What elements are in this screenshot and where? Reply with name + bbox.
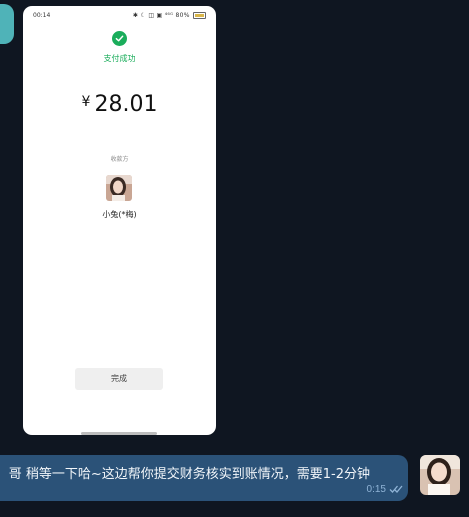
status-icons-text: ✱ ☾ ◫ ▣ ⁴⁶ᴳ 80%	[132, 12, 190, 19]
home-indicator	[81, 432, 157, 435]
message-bubble[interactable]: 哥 稍等一下哈~这边帮你提交财务核实到账情况，需要1-2分钟 0:15	[0, 455, 408, 501]
sender-avatar[interactable]	[420, 455, 460, 495]
check-circle-icon	[112, 31, 127, 46]
currency-symbol: ¥	[81, 94, 91, 110]
battery-icon	[193, 12, 206, 19]
payment-success-label: 支付成功	[103, 54, 136, 63]
amount-value: 28.01	[94, 92, 158, 117]
payee-label: 收款方	[110, 156, 129, 163]
done-button[interactable]: 完成	[75, 368, 163, 390]
payee-avatar	[106, 175, 132, 201]
message-time: 0:15	[366, 484, 386, 495]
payment-amount: ¥28.01	[23, 92, 216, 117]
status-icons: ✱ ☾ ◫ ▣ ⁴⁶ᴳ 80%	[133, 12, 206, 19]
payment-screenshot[interactable]: 00:14 ✱ ☾ ◫ ▣ ⁴⁶ᴳ 80% 支付成功 ¥28.01 收款方 小兔…	[23, 6, 216, 435]
double-check-icon	[389, 485, 403, 493]
message-text: 哥 稍等一下哈~这边帮你提交财务核实到账情况，需要1-2分钟	[8, 467, 370, 482]
payee-name: 小兔(*梅)	[102, 210, 137, 219]
phone-status-bar: 00:14 ✱ ☾ ◫ ▣ ⁴⁶ᴳ 80%	[23, 6, 216, 24]
previous-message-bubble	[0, 4, 14, 44]
status-time: 00:14	[33, 12, 51, 19]
